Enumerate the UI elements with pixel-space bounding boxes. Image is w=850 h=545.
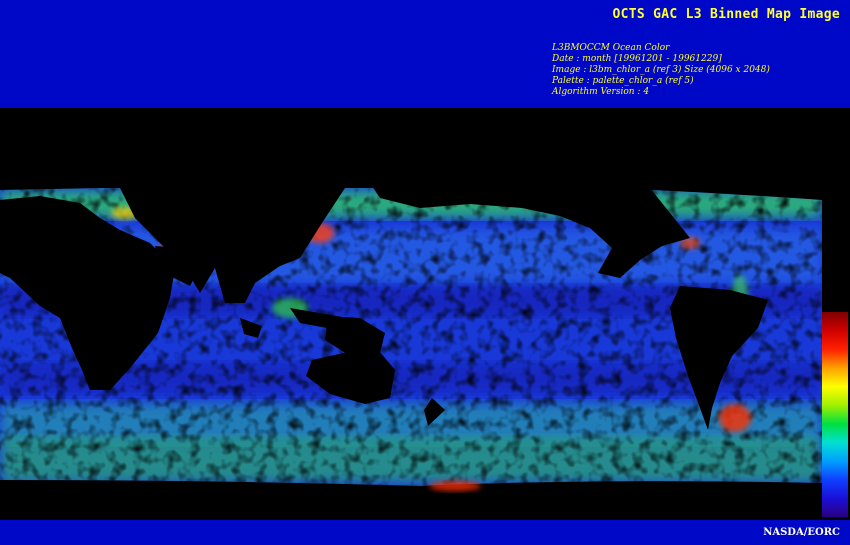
header-band: OCTS GAC L3 Binned Map Image L3BMOCCM Oc… bbox=[0, 0, 850, 108]
metadata-block: L3BMOCCM Ocean Color Date : month [19961… bbox=[552, 43, 770, 98]
arctic-mask bbox=[0, 108, 850, 188]
meta-line-palette: Palette : palette_chlor_a (ref 5) bbox=[552, 76, 694, 86]
meta-line-image: Image : l3bm_chlor_a (ref 3) Size (4096 … bbox=[552, 65, 770, 75]
map-title: OCTS GAC L3 Binned Map Image bbox=[612, 7, 840, 22]
meta-line-date: Date : month [19961201 - 19961229] bbox=[552, 54, 722, 64]
credit-label: NASDA/EORC bbox=[763, 527, 840, 538]
chlorophyll-colorbar bbox=[822, 312, 848, 517]
ross-sea-bloom bbox=[429, 481, 481, 491]
patagonia-bloom bbox=[719, 404, 751, 432]
meta-line-algorithm: Algorithm Version : 4 bbox=[552, 87, 650, 97]
world-map-svg bbox=[0, 108, 850, 520]
footer-band bbox=[0, 520, 850, 545]
ocean-color-map bbox=[0, 108, 850, 520]
antarctic-mask bbox=[0, 493, 850, 520]
meta-line-product: L3BMOCCM Ocean Color bbox=[552, 43, 670, 53]
map-viewer: OCTS GAC L3 Binned Map Image L3BMOCCM Oc… bbox=[0, 0, 850, 545]
